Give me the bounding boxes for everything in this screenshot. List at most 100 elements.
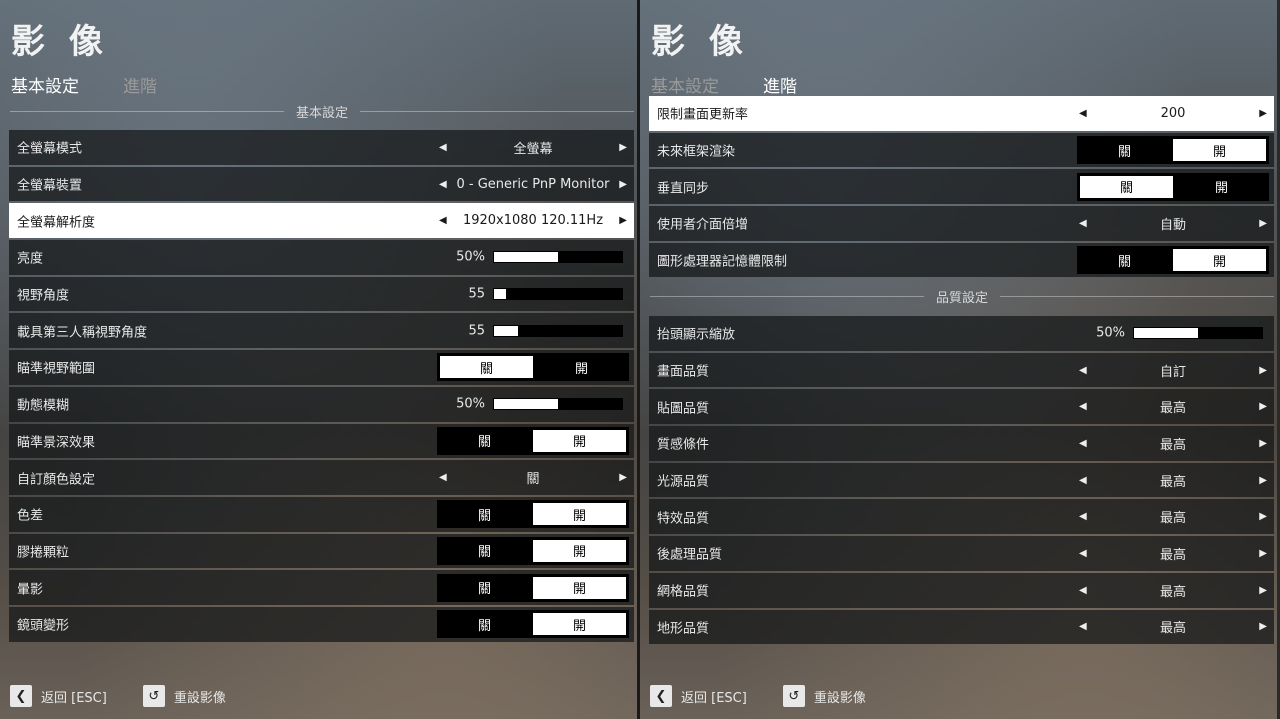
setting-row[interactable]: 網格品質 ◀ 最高 ▶ xyxy=(649,572,1274,608)
setting-row[interactable]: 全螢幕裝置 ◀ 0 - Generic PnP Monitor ▶ xyxy=(9,166,634,202)
triangle-left-icon[interactable]: ◀ xyxy=(1079,585,1087,596)
triangle-right-icon[interactable]: ▶ xyxy=(1259,585,1267,596)
triangle-left-icon[interactable]: ◀ xyxy=(1079,475,1087,486)
setting-row[interactable]: 抬頭顯示縮放 50% xyxy=(649,316,1274,351)
setting-row[interactable]: 膠捲顆粒 關開 xyxy=(9,533,634,569)
on-off-toggle[interactable]: 關開 xyxy=(1077,136,1269,165)
toggle-off-option[interactable]: 關 xyxy=(438,428,531,454)
option-selector[interactable]: ◀ 最高 ▶ xyxy=(1079,499,1267,534)
setting-row[interactable]: 色差 關開 xyxy=(9,496,634,532)
tab-basic[interactable]: 基本設定 xyxy=(11,72,79,97)
option-selector[interactable]: ◀ 最高 ▶ xyxy=(1079,573,1267,608)
option-selector[interactable]: ◀ 200 ▶ xyxy=(1079,96,1267,131)
toggle-on-option[interactable]: 開 xyxy=(531,501,628,528)
toggle-on-option[interactable]: 開 xyxy=(1171,137,1268,164)
setting-row[interactable]: 貼圖品質 ◀ 最高 ▶ xyxy=(649,389,1274,425)
on-off-toggle[interactable]: 關開 xyxy=(437,573,629,602)
option-selector[interactable]: ◀ 1920x1080 120.11Hz ▶ xyxy=(439,203,627,238)
triangle-right-icon[interactable]: ▶ xyxy=(619,179,627,190)
toggle-off-option[interactable]: 關 xyxy=(438,575,531,601)
on-off-toggle[interactable]: 關開 xyxy=(437,536,629,565)
tab-advanced[interactable]: 進階 xyxy=(763,72,797,97)
option-selector[interactable]: ◀ 最高 ▶ xyxy=(1079,463,1267,498)
on-off-toggle[interactable]: 關開 xyxy=(1077,172,1269,201)
triangle-left-icon[interactable]: ◀ xyxy=(1079,511,1087,522)
on-off-toggle[interactable]: 關開 xyxy=(437,610,629,639)
toggle-on-option[interactable]: 開 xyxy=(531,427,628,454)
setting-row[interactable]: 暈影 關開 xyxy=(9,570,634,605)
triangle-left-icon[interactable]: ◀ xyxy=(439,179,447,190)
setting-row[interactable]: 鏡頭變形 關開 xyxy=(9,606,634,642)
triangle-left-icon[interactable]: ◀ xyxy=(1079,365,1087,376)
setting-row[interactable]: 特效品質 ◀ 最高 ▶ xyxy=(649,499,1274,535)
setting-row[interactable]: 自訂顏色設定 ◀ 關 ▶ xyxy=(9,460,634,495)
triangle-left-icon[interactable]: ◀ xyxy=(439,142,447,153)
toggle-off-option[interactable]: 關 xyxy=(1078,137,1171,163)
setting-row[interactable]: 垂直同步 關開 xyxy=(649,169,1274,205)
toggle-on-option[interactable]: 開 xyxy=(1171,247,1268,274)
option-selector[interactable]: ◀ 最高 ▶ xyxy=(1079,536,1267,571)
option-selector[interactable]: ◀ 關 ▶ xyxy=(439,460,627,495)
on-off-toggle[interactable]: 關開 xyxy=(437,426,629,455)
option-selector[interactable]: ◀ 最高 ▶ xyxy=(1079,426,1267,461)
setting-row[interactable]: 光源品質 ◀ 最高 ▶ xyxy=(649,462,1274,498)
toggle-on-option[interactable]: 開 xyxy=(531,611,628,638)
setting-row[interactable]: 質感條件 ◀ 最高 ▶ xyxy=(649,426,1274,461)
setting-row[interactable]: 視野角度 55 xyxy=(9,276,634,312)
toggle-off-option[interactable]: 關 xyxy=(1078,173,1175,200)
tab-advanced[interactable]: 進階 xyxy=(123,72,157,97)
slider-track[interactable] xyxy=(493,251,623,264)
option-selector[interactable]: ◀ 全螢幕 ▶ xyxy=(439,130,627,165)
triangle-right-icon[interactable]: ▶ xyxy=(619,142,627,153)
on-off-toggle[interactable]: 關開 xyxy=(437,353,629,382)
triangle-right-icon[interactable]: ▶ xyxy=(1259,475,1267,486)
toggle-off-option[interactable]: 關 xyxy=(438,538,531,564)
triangle-right-icon[interactable]: ▶ xyxy=(1259,511,1267,522)
setting-row[interactable]: 全螢幕模式 ◀ 全螢幕 ▶ xyxy=(9,130,634,165)
setting-row[interactable]: 畫面品質 ◀ 自訂 ▶ xyxy=(649,352,1274,388)
slider-track[interactable] xyxy=(1133,327,1263,340)
triangle-left-icon[interactable]: ◀ xyxy=(439,215,447,226)
option-selector[interactable]: ◀ 最高 ▶ xyxy=(1079,610,1267,645)
toggle-on-option[interactable]: 開 xyxy=(1175,174,1268,200)
option-selector[interactable]: ◀ 自訂 ▶ xyxy=(1079,353,1267,388)
option-selector[interactable]: ◀ 0 - Generic PnP Monitor ▶ xyxy=(439,167,627,202)
triangle-right-icon[interactable]: ▶ xyxy=(1259,401,1267,412)
triangle-left-icon[interactable]: ◀ xyxy=(1079,401,1087,412)
slider-track[interactable] xyxy=(493,324,623,337)
toggle-on-option[interactable]: 開 xyxy=(531,574,628,601)
on-off-toggle[interactable]: 關開 xyxy=(1077,246,1269,275)
toggle-on-option[interactable]: 開 xyxy=(535,354,628,380)
triangle-right-icon[interactable]: ▶ xyxy=(1259,218,1267,229)
slider-track[interactable] xyxy=(493,288,623,301)
triangle-left-icon[interactable]: ◀ xyxy=(1079,548,1087,559)
setting-row[interactable]: 瞄準視野範圍 關開 xyxy=(9,350,634,385)
triangle-right-icon[interactable]: ▶ xyxy=(1259,438,1267,449)
setting-row[interactable]: 瞄準景深效果 關開 xyxy=(9,423,634,459)
setting-row[interactable]: 使用者介面倍增 ◀ 自動 ▶ xyxy=(649,206,1274,241)
triangle-left-icon[interactable]: ◀ xyxy=(1079,621,1087,632)
setting-row[interactable]: 地形品質 ◀ 最高 ▶ xyxy=(649,609,1274,645)
toggle-off-option[interactable]: 關 xyxy=(438,354,535,381)
setting-row[interactable]: 限制畫面更新率 ◀ 200 ▶ xyxy=(649,96,1274,131)
toggle-on-option[interactable]: 開 xyxy=(531,537,628,564)
setting-row[interactable]: 未來框架渲染 關開 xyxy=(649,132,1274,168)
tab-basic[interactable]: 基本設定 xyxy=(651,72,719,97)
toggle-off-option[interactable]: 關 xyxy=(438,611,531,637)
triangle-left-icon[interactable]: ◀ xyxy=(1079,218,1087,229)
triangle-right-icon[interactable]: ▶ xyxy=(619,215,627,226)
triangle-left-icon[interactable]: ◀ xyxy=(1079,438,1087,449)
option-selector[interactable]: ◀ 自動 ▶ xyxy=(1079,206,1267,241)
back-button[interactable]: ❮ 返回 [ESC] xyxy=(10,685,107,707)
setting-row[interactable]: 全螢幕解析度 ◀ 1920x1080 120.11Hz ▶ xyxy=(9,203,634,239)
setting-row[interactable]: 圖形處理器記憶體限制 關開 xyxy=(649,242,1274,278)
slider-track[interactable] xyxy=(493,398,623,411)
setting-row[interactable]: 後處理品質 ◀ 最高 ▶ xyxy=(649,536,1274,571)
setting-row[interactable]: 動態模糊 50% xyxy=(9,386,634,422)
reset-video-button[interactable]: ↺ 重設影像 xyxy=(142,685,226,707)
triangle-left-icon[interactable]: ◀ xyxy=(1079,108,1087,119)
triangle-right-icon[interactable]: ▶ xyxy=(1259,365,1267,376)
toggle-off-option[interactable]: 關 xyxy=(438,501,531,527)
triangle-right-icon[interactable]: ▶ xyxy=(619,472,627,483)
triangle-right-icon[interactable]: ▶ xyxy=(1259,108,1267,119)
